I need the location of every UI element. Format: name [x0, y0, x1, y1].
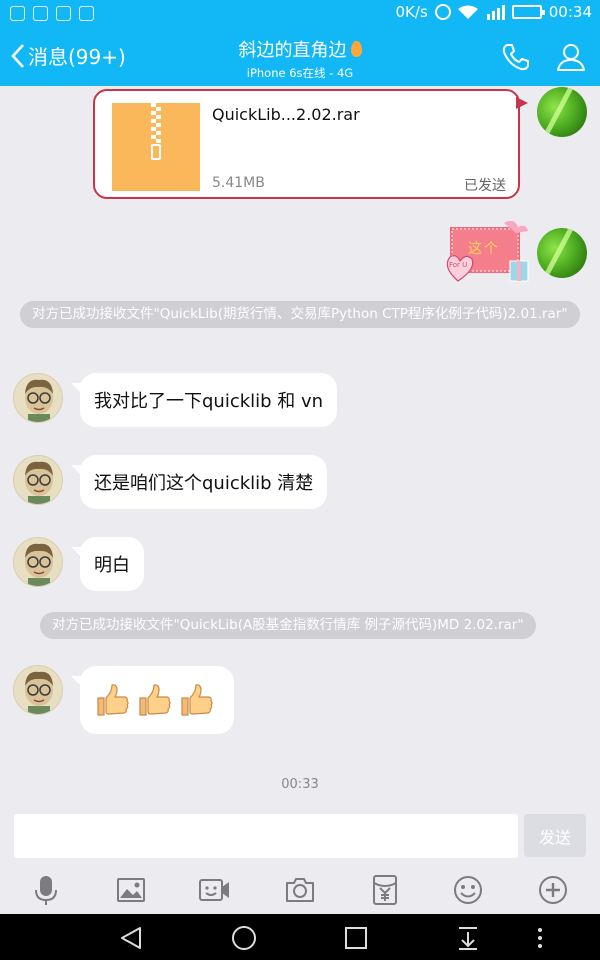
contact-name: 斜边的直角边: [239, 36, 362, 62]
call-button[interactable]: [500, 41, 532, 73]
notification-pull-icon[interactable]: [454, 924, 482, 952]
send-button[interactable]: 发送: [524, 814, 586, 857]
bubble-tail: [516, 97, 528, 109]
back-triangle-icon[interactable]: [118, 924, 146, 952]
friend-avatar[interactable]: [13, 537, 63, 587]
video-call-icon[interactable]: [198, 874, 230, 906]
my-avatar-2[interactable]: [537, 228, 587, 278]
qq-notification-icon: [10, 6, 25, 21]
image-icon[interactable]: [115, 874, 147, 906]
clock: 00:34: [548, 3, 592, 21]
chat-bubble[interactable]: 还是咱们这个quicklib 清楚: [71, 455, 328, 509]
timestamp: 00:33: [281, 777, 319, 792]
recents-square-icon[interactable]: [342, 924, 370, 952]
thumbs-up-icon: [97, 684, 129, 716]
file-status: 已发送: [464, 178, 506, 194]
person-icon: [557, 44, 585, 71]
chat-area[interactable]: QuickLib...2.02.rar 5.41MB 已发送 这个 For U …: [0, 86, 600, 806]
phone-icon: [502, 44, 529, 71]
flame-icon: [350, 41, 362, 57]
friend-avatar[interactable]: [13, 455, 63, 505]
alarm-icon: [434, 4, 451, 20]
file-name: QuickLib...2.02.rar: [212, 105, 360, 124]
thumbs-up-icon: [139, 684, 171, 716]
gift-sticker[interactable]: 这个 For U: [440, 220, 532, 289]
gallery-notification-icon: [56, 6, 71, 21]
red-packet-icon[interactable]: [369, 874, 401, 906]
sticker-tag: For U: [449, 261, 468, 269]
home-circle-icon[interactable]: [230, 924, 258, 952]
contact-name-text: 斜边的直角边: [238, 40, 347, 61]
system-message: 对方已成功接收文件"QuickLib(期货行情、交易库Python CTP程序化…: [20, 301, 580, 328]
bubble-tail: [71, 676, 83, 688]
emoji-icon[interactable]: [452, 874, 484, 906]
wechat-notification-icon: [33, 6, 48, 21]
bubble-tail: [71, 383, 83, 395]
notification-icons: [10, 6, 94, 21]
message-text: 明白: [94, 555, 130, 576]
chat-bubble[interactable]: 明白: [71, 537, 144, 591]
emoji-bubble[interactable]: [71, 666, 234, 734]
message-text: 还是咱们这个quicklib 清楚: [94, 473, 314, 494]
file-message[interactable]: QuickLib...2.02.rar 5.41MB 已发送: [93, 89, 528, 199]
chat-header: 消息(99+) 斜边的直角边 iPhone 6s在线 - 4G: [0, 28, 600, 86]
microphone-icon[interactable]: [30, 874, 62, 906]
zip-archive-icon: [112, 103, 200, 191]
message-text: 我对比了一下quicklib 和 vn: [94, 391, 324, 412]
file-size: 5.41MB: [212, 175, 265, 191]
friend-avatar[interactable]: [13, 665, 63, 715]
plus-icon[interactable]: [537, 874, 569, 906]
network-speed: 0K/s: [395, 3, 428, 21]
system-nav-bar: [0, 914, 600, 960]
more-dots-icon[interactable]: [526, 924, 554, 952]
contact-info[interactable]: 斜边的直角边 iPhone 6s在线 - 4G: [150, 36, 450, 81]
status-bar: 0K/s 00:34: [0, 0, 600, 28]
input-bar: 发送: [0, 806, 600, 866]
message-input[interactable]: [14, 814, 518, 858]
battery-icon: [511, 5, 545, 19]
camera-icon[interactable]: [284, 874, 316, 906]
sticker-text: 这个: [468, 241, 500, 257]
wifi-icon: [457, 5, 478, 19]
friend-avatar[interactable]: [13, 373, 63, 423]
system-message: 对方已成功接收文件"QuickLib(A股基金指数行情库 例子源代码)MD 2.…: [40, 612, 536, 639]
signal-icon: [485, 4, 505, 20]
chat-bubble[interactable]: 我对比了一下quicklib 和 vn: [71, 373, 338, 427]
online-status: iPhone 6s在线 - 4G: [246, 66, 354, 80]
thumbs-up-icon: [181, 684, 213, 716]
bubble-tail: [71, 547, 83, 559]
my-avatar[interactable]: [537, 87, 587, 137]
app-notification-icon: [79, 6, 94, 21]
bubble-tail: [71, 465, 83, 477]
back-button[interactable]: 消息(99+): [10, 41, 126, 70]
profile-button[interactable]: [555, 41, 587, 73]
back-label: 消息(99+): [28, 45, 126, 69]
status-right: 0K/s 00:34: [396, 3, 592, 21]
chevron-left-icon: [11, 43, 24, 68]
input-toolbar: [0, 866, 600, 914]
